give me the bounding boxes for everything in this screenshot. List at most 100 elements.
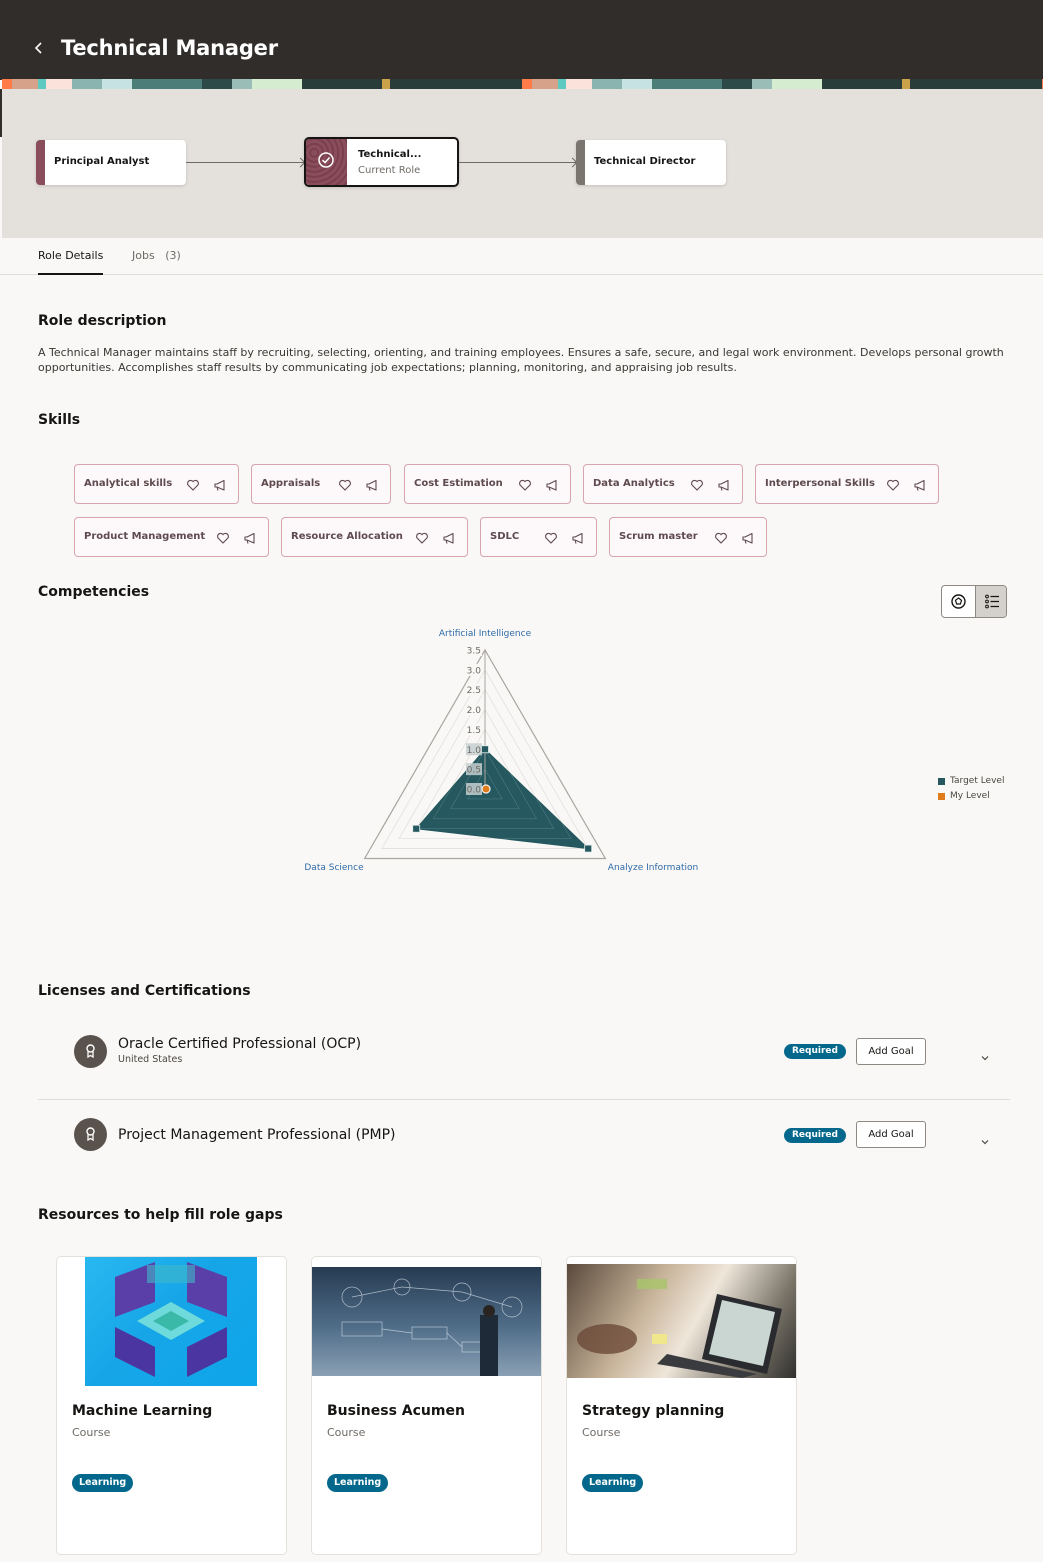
license-name: Project Management Professional (PMP) — [118, 1127, 396, 1143]
resource-title: Strategy planning — [582, 1403, 725, 1419]
heart-icon[interactable] — [186, 477, 200, 491]
chevron-down-icon[interactable] — [978, 1051, 992, 1065]
tab-jobs[interactable]: Jobs (3) — [132, 249, 181, 273]
skill-chip[interactable]: Analytical skills — [74, 464, 239, 504]
axis-label[interactable]: Data Science — [304, 863, 364, 873]
skill-chip[interactable]: Product Management — [74, 517, 269, 557]
target-level-point — [412, 824, 421, 833]
megaphone-icon[interactable] — [741, 530, 755, 544]
axis-label[interactable]: Analyze Information — [608, 863, 698, 873]
skill-label: Interpersonal Skills — [765, 478, 875, 489]
learning-badge: Learning — [582, 1474, 644, 1492]
chevron-down-icon[interactable] — [978, 1135, 992, 1149]
license-item: Oracle Certified Professional (OCP) Unit… — [38, 1020, 1010, 1100]
tab-bar: Role Details Jobs (3) — [0, 238, 1043, 275]
business-acumen-image — [312, 1267, 541, 1376]
license-country: United States — [118, 1054, 183, 1065]
megaphone-icon[interactable] — [442, 530, 456, 544]
axis-label[interactable]: Artificial Intelligence — [439, 629, 532, 639]
heart-icon[interactable] — [518, 477, 532, 491]
megaphone-icon[interactable] — [213, 477, 227, 491]
tab-role-details[interactable]: Role Details — [38, 249, 104, 275]
heart-icon[interactable] — [690, 477, 704, 491]
certificate-icon — [86, 1127, 95, 1142]
career-path: Principal Analyst Technical... Current R… — [2, 89, 1043, 238]
add-goal-button[interactable]: Add Goal — [856, 1038, 926, 1065]
legend-item-my-level[interactable]: My Level — [938, 791, 1004, 806]
role-description-text: A Technical Manager maintains staff by r… — [38, 346, 1004, 374]
list-view-icon — [985, 594, 999, 609]
radar-view-button[interactable] — [942, 586, 975, 617]
role-name: Technical... — [358, 149, 422, 160]
resource-card[interactable]: Strategy planning Course Learning — [566, 1256, 797, 1555]
laptops-illustration — [115, 1262, 227, 1377]
role-description-heading: Role description — [38, 313, 167, 329]
page-title: Technical Manager — [61, 36, 278, 60]
skill-chip[interactable]: Scrum master — [609, 517, 767, 557]
skill-chip[interactable]: Appraisals — [251, 464, 391, 504]
skill-label: SDLC — [490, 531, 520, 542]
role-name: Technical Director — [594, 156, 696, 167]
legend-swatch — [938, 778, 945, 785]
add-goal-button[interactable]: Add Goal — [856, 1121, 926, 1148]
role-name: Principal Analyst — [54, 156, 150, 167]
skill-chip[interactable]: Resource Allocation — [281, 517, 468, 557]
megaphone-icon[interactable] — [545, 477, 559, 491]
legend-item-target[interactable]: Target Level — [938, 776, 1004, 791]
path-connector — [459, 162, 577, 163]
heart-icon[interactable] — [544, 530, 558, 544]
competencies-radar-chart: 0.0 0.5 1.0 1.5 2.0 2.5 3.0 3.5 Artificial Intel… — [304, 629, 698, 873]
role-subtitle: Current Role — [358, 165, 421, 176]
back-button[interactable] — [34, 40, 50, 60]
resource-card[interactable]: Business Acumen Course Learning — [311, 1256, 542, 1555]
tab-label: Jobs — [132, 249, 155, 262]
workspace-illustration — [577, 1279, 782, 1378]
chevron-left-icon — [34, 42, 42, 54]
radial-tick-label: 3.0 — [467, 666, 482, 676]
machine-learning-image — [85, 1257, 257, 1386]
role-card-next[interactable]: Technical Director — [576, 140, 726, 185]
business-diagram-illustration — [341, 1278, 523, 1376]
resource-card[interactable]: Machine Learning Course Learning — [56, 1256, 287, 1555]
my-level-point — [481, 784, 491, 794]
decorative-banner — [2, 79, 1043, 89]
radial-tick-label: 2.5 — [467, 686, 481, 696]
resource-type: Course — [72, 1426, 111, 1439]
heart-icon[interactable] — [415, 530, 429, 544]
path-connector — [186, 162, 304, 163]
skill-label: Scrum master — [619, 531, 698, 542]
list-view-button[interactable] — [975, 586, 1006, 617]
role-card-current[interactable]: Technical... Current Role — [304, 137, 459, 187]
radial-tick-label: 2.0 — [467, 706, 482, 716]
megaphone-icon[interactable] — [913, 477, 927, 491]
megaphone-icon[interactable] — [717, 477, 731, 491]
learning-badge: Learning — [327, 1474, 389, 1492]
megaphone-icon[interactable] — [571, 530, 585, 544]
certificate-avatar — [74, 1035, 107, 1068]
megaphone-icon[interactable] — [365, 477, 379, 491]
heart-icon[interactable] — [216, 530, 230, 544]
resource-type: Course — [582, 1426, 621, 1439]
role-card-previous[interactable]: Principal Analyst — [36, 140, 186, 185]
skill-chip[interactable]: Cost Estimation — [404, 464, 571, 504]
legend-label: Target Level — [950, 776, 1005, 786]
learning-badge: Learning — [72, 1474, 134, 1492]
skill-label: Analytical skills — [84, 478, 173, 489]
megaphone-icon[interactable] — [243, 530, 257, 544]
certificate-icon — [86, 1044, 95, 1059]
certificate-avatar — [74, 1118, 107, 1151]
skill-label: Product Management — [84, 531, 206, 542]
heart-icon[interactable] — [714, 530, 728, 544]
heart-icon[interactable] — [886, 477, 900, 491]
skill-chip[interactable]: Interpersonal Skills — [755, 464, 939, 504]
check-circle-icon — [318, 152, 334, 168]
heart-icon[interactable] — [338, 477, 352, 491]
skill-chip[interactable]: SDLC — [480, 517, 597, 557]
skill-chip[interactable]: Data Analytics — [583, 464, 743, 504]
resource-title: Machine Learning — [72, 1403, 213, 1419]
required-badge: Required — [784, 1128, 846, 1143]
license-item: Project Management Professional (PMP) Re… — [38, 1099, 1010, 1179]
top-bar: Technical Manager — [0, 0, 1043, 80]
skill-label: Cost Estimation — [414, 478, 503, 489]
legend-swatch — [938, 793, 945, 800]
